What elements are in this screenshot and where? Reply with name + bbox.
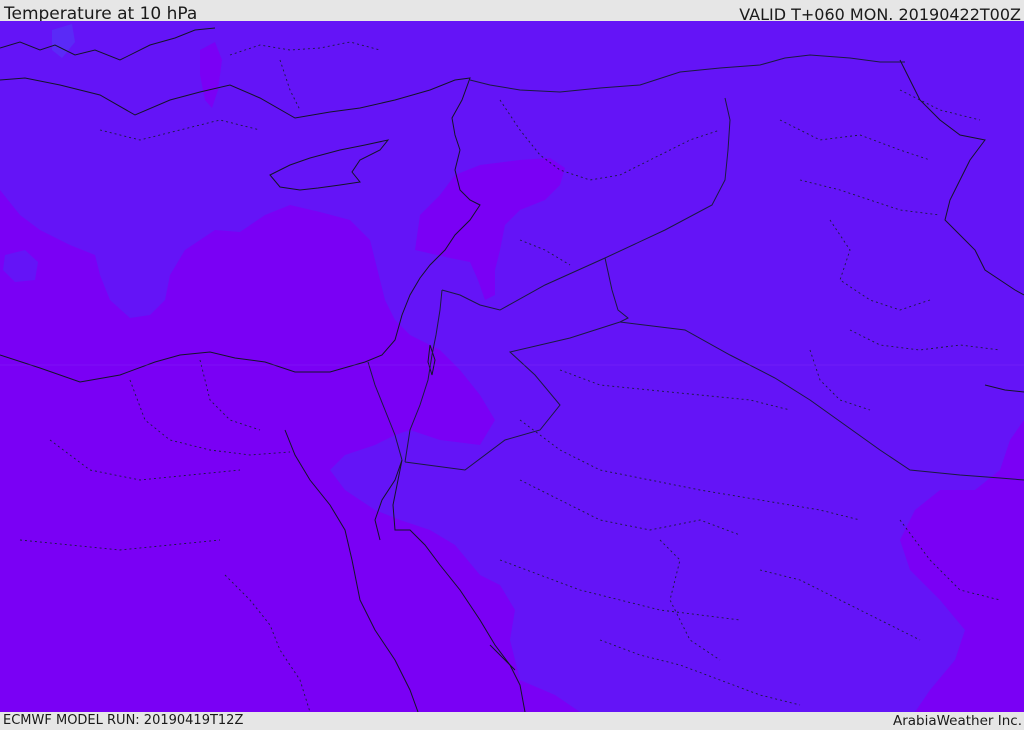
header-bar: Temperature at 10 hPa VALID T+060 MON. 2… xyxy=(0,0,1024,24)
credit-label: ArabiaWeather Inc. xyxy=(892,713,1022,729)
weather-map[interactable] xyxy=(0,21,1024,712)
model-run-label: ECMWF MODEL RUN: 20190419T12Z xyxy=(3,713,244,728)
footer-bar: ECMWF MODEL RUN: 20190419T12Z ArabiaWeat… xyxy=(0,712,1024,729)
